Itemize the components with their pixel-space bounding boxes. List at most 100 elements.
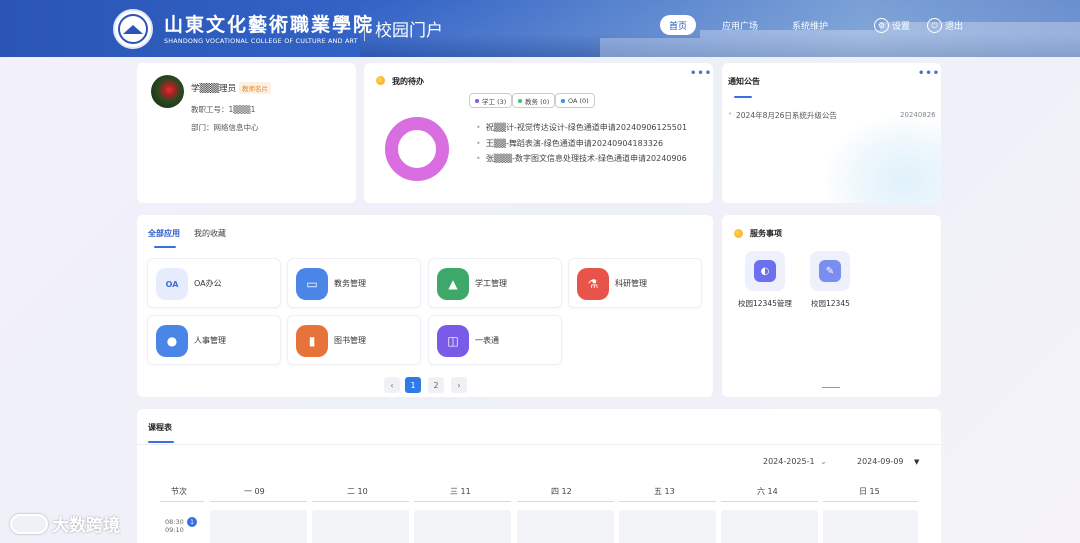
school-logo[interactable]: [113, 9, 153, 49]
pager-page-2[interactable]: 2: [428, 377, 444, 393]
day-header-wed: 三 11: [450, 487, 471, 496]
todo-donut-chart: [385, 117, 449, 181]
notice-item-date: 20240826: [900, 111, 936, 119]
tag-dot: [518, 98, 522, 103]
notice-bullet: •: [728, 110, 733, 118]
nav-home[interactable]: 首页: [660, 15, 696, 35]
gear-icon: ⚙: [874, 18, 889, 33]
pager-page-1[interactable]: 1: [405, 377, 421, 393]
pager-prev-button[interactable]: ‹: [384, 377, 400, 393]
school-name-en: SHANDONG VOCATIONAL COLLEGE OF CULTURE A…: [164, 37, 358, 45]
app-student-affairs[interactable]: ▲ 学工管理: [428, 258, 562, 308]
nav-system-maintenance[interactable]: 系统维护: [792, 19, 828, 32]
app-one-form[interactable]: ◫ 一表通: [428, 315, 562, 365]
tag-label: OA (0): [568, 96, 589, 105]
schedule-slot[interactable]: [210, 510, 307, 543]
staff-id: 教职工号：1▒▒▒1: [191, 105, 256, 114]
wallet-icon: ◐: [754, 260, 776, 282]
tag-dot: [561, 98, 565, 103]
service-label[interactable]: 校园12345: [811, 298, 850, 309]
tab-notice[interactable]: 通知公告: [728, 76, 760, 87]
schedule-slot[interactable]: [312, 510, 409, 543]
schedule-slot[interactable]: [823, 510, 918, 543]
service-item-12345-admin[interactable]: ◐: [745, 251, 785, 291]
header-line: [517, 501, 614, 502]
top-header: [0, 0, 1080, 57]
day-header-mon: 一 09: [244, 487, 265, 496]
day-header-thu: 四 12: [551, 487, 572, 496]
tab-favorites[interactable]: 我的收藏: [194, 228, 226, 239]
avatar[interactable]: [151, 75, 184, 108]
settings-button[interactable]: ⚙ 设置: [874, 18, 910, 33]
app-label: 教务管理: [334, 279, 366, 288]
tag-academic[interactable]: 教务 (0): [512, 93, 556, 108]
service-label[interactable]: 校园12345管理: [738, 298, 792, 309]
watermark-logo-icon: [10, 513, 48, 534]
service-item-12345[interactable]: ✎: [810, 251, 850, 291]
tag-oa[interactable]: OA (0): [555, 93, 595, 108]
logout-label: 退出: [945, 22, 964, 32]
schedule-title: 课程表: [148, 423, 172, 432]
library-icon: ▮: [296, 325, 328, 357]
term-chevron-down-icon: ⌄: [820, 457, 827, 466]
user-name: 学▒▒▒理员: [191, 84, 237, 94]
header-line: [414, 501, 511, 502]
todo-title: 我的待办: [392, 77, 424, 86]
todo-section-icon: [376, 76, 385, 85]
schedule-slot[interactable]: [414, 510, 511, 543]
nav-app-plaza[interactable]: 应用广场: [722, 19, 758, 32]
logout-icon: ⏻: [927, 18, 942, 33]
header-line: [721, 501, 818, 502]
personnel-icon: ●: [156, 325, 188, 357]
schedule-tab-underline: [148, 441, 174, 443]
header-line: [823, 501, 918, 502]
schedule-slot[interactable]: [619, 510, 716, 543]
term-value: 2024-2025-1: [763, 457, 815, 466]
schedule-slot[interactable]: [517, 510, 614, 543]
date-caret-down-icon: ▼: [914, 458, 920, 466]
map-icon: ◫: [437, 325, 469, 357]
tab-all-apps[interactable]: 全部应用: [148, 228, 180, 239]
schedule-slot[interactable]: [721, 510, 818, 543]
notice-illustration: [821, 113, 941, 203]
app-label: OA办公: [194, 279, 222, 288]
term-select[interactable]: 2024-2025-1 ⌄: [763, 457, 827, 466]
todo-item[interactable]: 张▒▒▒-数字图文信息处理技术-绿色通道申请20240906: [476, 153, 708, 164]
app-label: 人事管理: [194, 336, 226, 345]
app-label: 一表通: [475, 336, 499, 345]
header-line: [619, 501, 716, 502]
settings-label: 设置: [892, 22, 911, 32]
date-select[interactable]: 2024-09-09 ▼: [857, 457, 919, 466]
notice-item-title[interactable]: 2024年8月26日系统升级公告: [736, 110, 837, 121]
day-header-tue: 二 10: [347, 487, 368, 496]
day-header-sun: 日 15: [859, 487, 880, 496]
todo-item[interactable]: 王▒▒-舞蹈表演-绿色通道申请20240904183326: [476, 138, 708, 149]
header-line: [160, 501, 204, 502]
service-page-indicator[interactable]: [822, 387, 840, 388]
oa-icon: OA: [156, 268, 188, 300]
app-library[interactable]: ▮ 图书管理: [287, 315, 421, 365]
school-name-cn: 山東文化藝術職業學院: [164, 14, 375, 36]
app-oa[interactable]: OA OA办公: [147, 258, 281, 308]
app-research[interactable]: ⚗ 科研管理: [568, 258, 702, 308]
tag-student-affairs[interactable]: 学工 (3): [469, 93, 513, 108]
service-section-icon: [734, 229, 743, 238]
app-academic[interactable]: ▭ 教务管理: [287, 258, 421, 308]
tag-dot: [475, 98, 479, 103]
teacher-card-badge[interactable]: 教师名片: [239, 82, 271, 94]
todo-more-icon[interactable]: •••: [690, 68, 712, 79]
app-label: 科研管理: [615, 279, 647, 288]
logout-button[interactable]: ⏻ 退出: [927, 18, 963, 33]
schedule-divider: [137, 444, 941, 445]
academic-icon: ▭: [296, 268, 328, 300]
research-icon: ⚗: [577, 268, 609, 300]
watermark: 大数跨境: [10, 511, 120, 536]
portal-title: 校园门户: [375, 21, 443, 41]
pager-next-button[interactable]: ›: [451, 377, 467, 393]
app-personnel[interactable]: ● 人事管理: [147, 315, 281, 365]
notice-more-icon[interactable]: •••: [918, 68, 940, 79]
period-start-time: 08:30: [165, 518, 184, 526]
tag-label: 教务 (0): [525, 97, 550, 106]
todo-item[interactable]: 祝▒▒计-视觉传达设计-绿色通道申请20240906125501: [476, 122, 708, 133]
profile-card: 学▒▒▒理员 教师名片 教职工号：1▒▒▒1 部门：网络信息中心: [137, 63, 356, 203]
